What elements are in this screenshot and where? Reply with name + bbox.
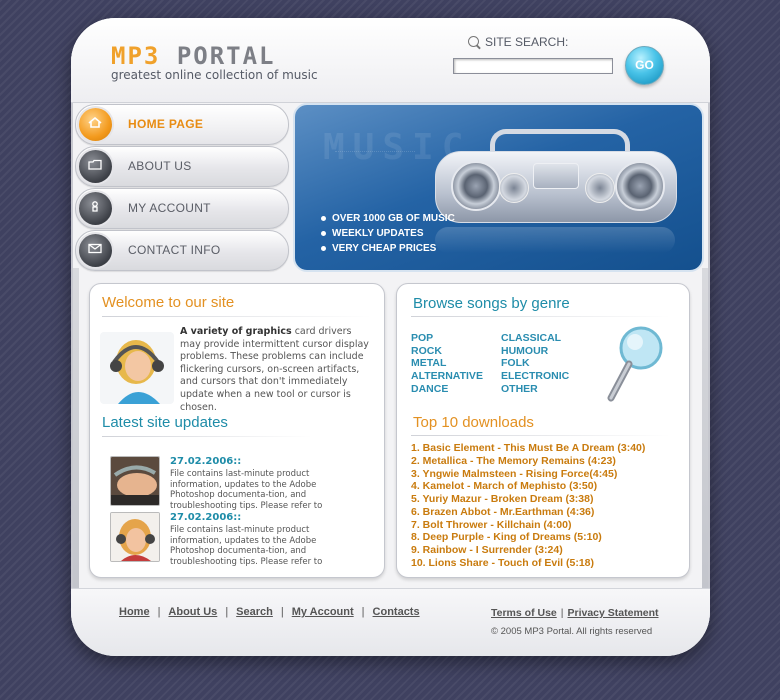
genre-link[interactable]: ROCK — [411, 345, 511, 358]
page-frame: MP3 PORTAL greatest online collection of… — [71, 18, 710, 656]
genre-link[interactable]: METAL — [411, 357, 511, 370]
copyright: © 2005 MP3 Portal. All rights reserved — [491, 626, 653, 637]
search-input[interactable] — [453, 58, 613, 74]
home-icon — [88, 117, 102, 128]
main-nav: HOME PAGE ABOUT US MY ACCOUNT CONTACT IN… — [75, 104, 290, 272]
search-label: SITE SEARCH: — [468, 35, 568, 49]
user-icon — [92, 201, 98, 212]
genre-link[interactable]: POP — [411, 332, 511, 345]
footer-link-search[interactable]: Search — [236, 606, 273, 618]
welcome-lead: A variety of graphics — [180, 326, 292, 337]
download-link[interactable]: 1. Basic Element - This Must Be A Dream … — [411, 442, 645, 455]
banner-equalizer-decoration — [335, 151, 415, 166]
legal-links: Terms of Use | Privacy Statement — [491, 607, 659, 619]
nav-label: HOME PAGE — [128, 117, 204, 131]
update-thumbnail — [110, 456, 160, 506]
search-icon — [468, 36, 479, 47]
genre-panel: Browse songs by genre POP ROCK METAL ALT… — [396, 283, 690, 578]
footer-nav: Home | About Us | Search | My Account | Contacts — [119, 606, 420, 618]
logo-part1: MP3 — [111, 42, 161, 70]
nav-label: CONTACT INFO — [128, 243, 221, 257]
left-edge-decoration — [73, 268, 79, 588]
top10-title: Top 10 downloads — [413, 414, 534, 431]
genre-link[interactable]: ALTERNATIVE — [411, 370, 511, 383]
banner-bullet: OVER 1000 GB OF MUSIC — [321, 213, 455, 224]
update-item[interactable]: 27.02.2006:: File contains last-minute p… — [110, 456, 370, 511]
boombox-reflection — [435, 227, 675, 253]
promo-banner: MUSIC OVER 1000 GB OF MUSIC WEEKLY UPDAT… — [293, 103, 704, 272]
download-link[interactable]: 6. Brazen Abbot - Mr.Earthman (4:36) — [411, 506, 645, 519]
divider — [102, 436, 312, 437]
nav-item-contact[interactable]: CONTACT INFO — [75, 230, 289, 271]
boombox-image — [435, 129, 677, 225]
genre-link[interactable]: CLASSICAL — [501, 332, 601, 345]
tagline: greatest online collection of music — [111, 68, 318, 82]
privacy-link[interactable]: Privacy Statement — [567, 607, 658, 619]
footer-link-contacts[interactable]: Contacts — [373, 606, 420, 618]
envelope-icon — [88, 243, 102, 254]
download-link[interactable]: 8. Deep Purple - King of Dreams (5:10) — [411, 531, 645, 544]
logo-part2: PORTAL — [176, 42, 276, 70]
welcome-title: Welcome to our site — [102, 294, 235, 311]
update-item[interactable]: 27.02.2006:: File contains last-minute p… — [110, 512, 370, 567]
divider — [411, 435, 671, 436]
footer-link-about[interactable]: About Us — [168, 606, 217, 618]
download-link[interactable]: 9. Rainbow - I Surrender (3:24) — [411, 544, 645, 557]
header: MP3 PORTAL greatest online collection of… — [71, 18, 710, 103]
update-text: File contains last-minute product inform… — [170, 525, 323, 567]
update-thumbnail — [110, 512, 160, 562]
genre-link[interactable]: ELECTRONIC — [501, 370, 601, 383]
welcome-text: A variety of graphics card drivers may p… — [180, 326, 375, 414]
banner-bullet: WEEKLY UPDATES — [321, 228, 455, 239]
magnifier-icon — [607, 326, 663, 402]
welcome-image — [100, 332, 174, 404]
nav-label: MY ACCOUNT — [128, 201, 211, 215]
right-edge-decoration — [702, 268, 708, 588]
nav-item-account[interactable]: MY ACCOUNT — [75, 188, 289, 229]
divider — [102, 316, 372, 317]
banner-bullet: VERY CHEAP PRICES — [321, 243, 455, 254]
divider — [411, 316, 671, 317]
go-button[interactable]: GO — [625, 46, 664, 85]
footer-link-home[interactable]: Home — [119, 606, 150, 618]
download-link[interactable]: 4. Kamelot - March of Mephisto (3:50) — [411, 480, 645, 493]
genre-link[interactable]: DANCE — [411, 383, 511, 396]
welcome-panel: Welcome to our site A variety of graphic… — [89, 283, 385, 578]
download-link[interactable]: 10. Lions Share - Touch of Evil (5:18) — [411, 557, 645, 570]
nav-label: ABOUT US — [128, 159, 192, 173]
nav-item-about[interactable]: ABOUT US — [75, 146, 289, 187]
logo[interactable]: MP3 PORTAL — [111, 42, 276, 70]
genre-link[interactable]: HUMOUR — [501, 345, 601, 358]
download-link[interactable]: 2. Metallica - The Memory Remains (4:23) — [411, 455, 645, 468]
genres-title: Browse songs by genre — [413, 295, 570, 312]
download-link[interactable]: 7. Bolt Thrower - Killchain (4:00) — [411, 519, 645, 532]
footer-link-account[interactable]: My Account — [292, 606, 354, 618]
folder-icon — [88, 159, 102, 170]
download-link[interactable]: 3. Yngwie Malmsteen - Rising Force(4:45) — [411, 468, 645, 481]
genre-link[interactable]: FOLK — [501, 357, 601, 370]
top10-list: 1. Basic Element - This Must Be A Dream … — [411, 442, 645, 570]
genre-link[interactable]: OTHER — [501, 383, 601, 396]
update-text: File contains last-minute product inform… — [170, 469, 323, 511]
genre-column-1: POP ROCK METAL ALTERNATIVE DANCE — [411, 332, 511, 395]
banner-feature-list: OVER 1000 GB OF MUSIC WEEKLY UPDATES VER… — [321, 213, 455, 258]
nav-item-home[interactable]: HOME PAGE — [75, 104, 289, 145]
footer: Home | About Us | Search | My Account | Contacts… — [71, 588, 710, 656]
download-link[interactable]: 5. Yuriy Mazur - Broken Dream (3:38) — [411, 493, 645, 506]
updates-title: Latest site updates — [102, 414, 228, 431]
genre-column-2: CLASSICAL HUMOUR FOLK ELECTRONIC OTHER — [501, 332, 601, 395]
update-date: 27.02.2006:: — [170, 456, 242, 467]
search-label-text: SITE SEARCH: — [485, 35, 569, 49]
update-date: 27.02.2006:: — [170, 512, 242, 523]
welcome-body: card drivers may provide intermittent cu… — [180, 326, 369, 413]
terms-link[interactable]: Terms of Use — [491, 607, 557, 619]
